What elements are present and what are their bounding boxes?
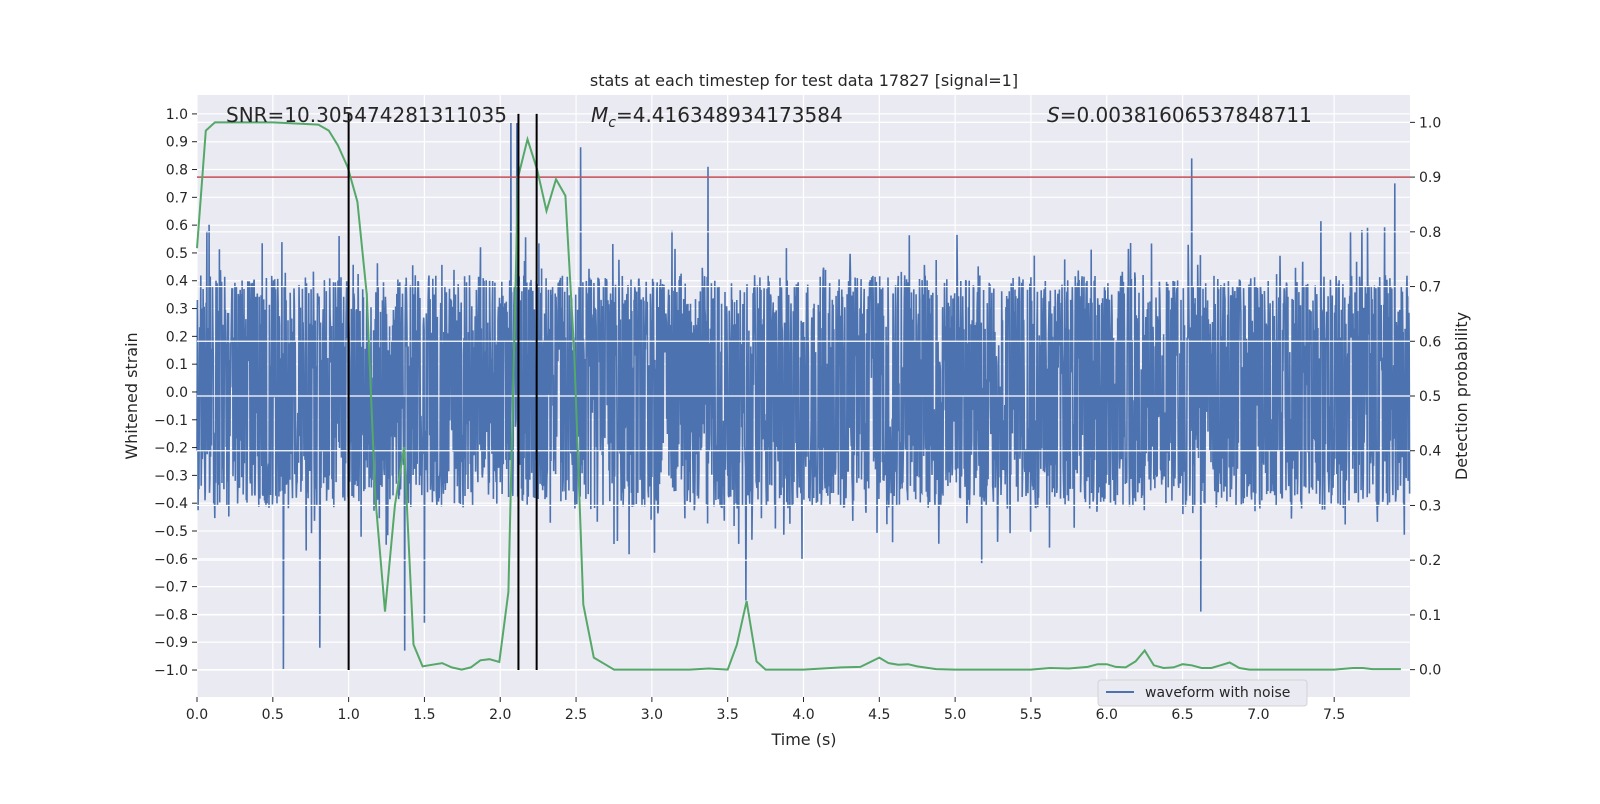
y-left-tick-label: 0.1 <box>166 357 188 373</box>
x-tick-label: 2.5 <box>565 707 587 723</box>
y-left-tick-label: 0.0 <box>166 385 188 401</box>
y-right-tick-label: 1.0 <box>1419 115 1441 131</box>
y-left-tick-label: −0.1 <box>154 413 188 429</box>
y-right-tick-label: 0.1 <box>1419 608 1441 624</box>
y-right-tick-label: 0.8 <box>1419 225 1441 241</box>
y-left-tick-label: −0.7 <box>154 580 188 596</box>
y-left-tick-label: −0.4 <box>154 496 188 512</box>
x-tick-label: 0.5 <box>262 707 284 723</box>
x-tick-label: 5.5 <box>1020 707 1042 723</box>
x-tick-label: 0.0 <box>186 707 208 723</box>
mc-value: =4.416348934173584 <box>616 103 843 127</box>
y-left-tick-label: −1.0 <box>154 663 188 679</box>
y-left-tick-label: −0.3 <box>154 468 188 484</box>
y-left-tick-label: −0.9 <box>154 635 188 651</box>
y-left-tick-label: 0.3 <box>166 302 188 318</box>
y-left-tick-label: 1.0 <box>166 107 188 123</box>
y-left-tick-label: 0.9 <box>166 135 188 151</box>
x-tick-label: 5.0 <box>944 707 966 723</box>
x-tick-label: 4.0 <box>792 707 814 723</box>
x-tick-label: 2.0 <box>489 707 511 723</box>
x-tick-label: 4.5 <box>868 707 890 723</box>
x-tick-label: 1.5 <box>413 707 435 723</box>
legend-label: waveform with noise <box>1145 685 1290 701</box>
y-right-tick-label: 0.5 <box>1419 389 1441 405</box>
y-left-tick-label: 0.7 <box>166 190 188 206</box>
y-left-tick-label: 0.5 <box>166 246 188 262</box>
y-right-tick-label: 0.3 <box>1419 498 1441 514</box>
y-right-tick-label: 0.0 <box>1419 663 1441 679</box>
y-axis-left-label: Whitened strain <box>122 332 141 459</box>
snr-annotation: SNR=10.305474281311035 <box>226 103 507 127</box>
legend: waveform with noise <box>1097 679 1308 707</box>
y-right-tick-label: 0.9 <box>1419 170 1441 186</box>
y-right-tick-label: 0.2 <box>1419 553 1441 569</box>
chirp-mass-annotation: Mc=4.416348934173584 <box>591 103 843 131</box>
x-tick-label: 6.0 <box>1096 707 1118 723</box>
x-tick-label: 3.0 <box>641 707 663 723</box>
s-value: =0.00381606537848711 <box>1060 103 1312 127</box>
s-annotation: S=0.00381606537848711 <box>1047 103 1312 127</box>
y-right-tick-label: 0.6 <box>1419 334 1441 350</box>
s-symbol: S <box>1047 103 1060 127</box>
mc-symbol: M <box>591 103 608 127</box>
y-left-tick-label: 0.4 <box>166 274 188 290</box>
y-left-tick-label: −0.8 <box>154 607 188 623</box>
x-tick-label: 6.5 <box>1171 707 1193 723</box>
y-left-tick-label: 0.8 <box>166 163 188 179</box>
y-axis-right-label: Detection probability <box>1452 312 1471 480</box>
y-left-tick-label: −0.2 <box>154 441 188 457</box>
x-tick-label: 7.0 <box>1247 707 1269 723</box>
x-tick-label: 7.5 <box>1323 707 1345 723</box>
y-left-tick-label: 0.6 <box>166 218 188 234</box>
y-left-tick-label: −0.5 <box>154 524 188 540</box>
y-right-tick-label: 0.7 <box>1419 280 1441 296</box>
chart-title: stats at each timestep for test data 178… <box>590 71 1018 90</box>
y-right-tick-label: 0.4 <box>1419 444 1441 460</box>
y-left-tick-label: −0.6 <box>154 552 188 568</box>
x-tick-label: 3.5 <box>717 707 739 723</box>
chart: 0.0 0.5 1.0 1.5 2.0 2.5 3.0 3.5 4.0 4.5 5.0 5.5 6.0 6… <box>122 71 1471 749</box>
x-axis-label: Time (s) <box>770 730 836 749</box>
y-left-tick-label: 0.2 <box>166 329 188 345</box>
x-tick-label: 1.0 <box>337 707 359 723</box>
